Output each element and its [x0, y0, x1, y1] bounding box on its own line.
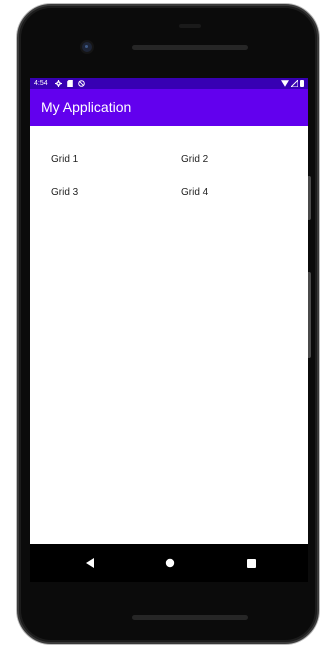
app-bar: My Application [30, 89, 308, 126]
grid-item-1[interactable]: Grid 1 [51, 154, 78, 166]
grid-view: Grid 1 Grid 2 Grid 3 Grid 4 [30, 126, 308, 206]
front-camera-icon [82, 42, 92, 52]
wifi-icon [281, 80, 289, 87]
settings-icon [55, 80, 62, 87]
device-screen: 4:54 My Application Grid 1 Grid 2 Grid 3… [30, 78, 308, 544]
earpiece-speaker [132, 45, 248, 50]
home-icon [165, 558, 175, 568]
bottom-speaker [132, 615, 248, 620]
grid-item-4[interactable]: Grid 4 [181, 187, 208, 199]
system-icons [281, 78, 304, 89]
back-icon [86, 558, 94, 568]
back-button[interactable] [80, 553, 100, 573]
navigation-bar [30, 544, 308, 582]
status-time: 4:54 [34, 80, 48, 87]
sensor [179, 24, 201, 28]
status-bar: 4:54 [30, 78, 308, 89]
signal-icon [291, 80, 298, 87]
no-disturb-icon [78, 80, 85, 87]
recents-button[interactable] [241, 553, 261, 573]
grid-item-2[interactable]: Grid 2 [181, 154, 208, 166]
grid-item-3[interactable]: Grid 3 [51, 187, 78, 199]
battery-icon [300, 80, 304, 87]
recents-icon [246, 558, 256, 568]
home-button[interactable] [160, 553, 180, 573]
sd-card-icon [67, 80, 73, 87]
app-title: My Application [41, 99, 132, 115]
notification-icons [55, 78, 85, 89]
